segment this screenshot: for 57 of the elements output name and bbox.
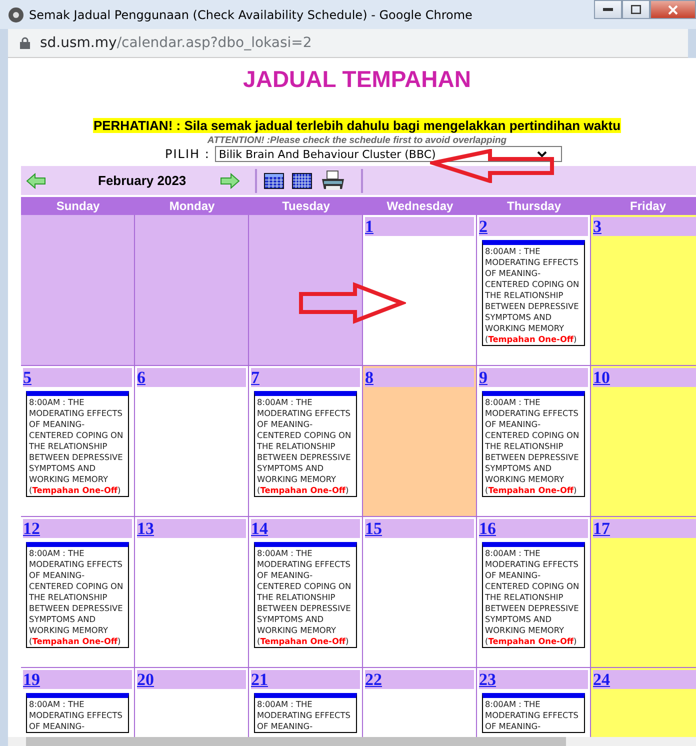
previous-arrow-icon[interactable] <box>26 172 46 188</box>
select-label: PILIH : <box>165 147 210 161</box>
weekday-header: Thursday <box>477 197 591 215</box>
day-number-link[interactable]: 10 <box>593 368 610 387</box>
day-number-link[interactable]: 6 <box>137 368 146 387</box>
day-number-link[interactable]: 24 <box>593 670 610 689</box>
day-number-link[interactable]: 13 <box>137 519 154 538</box>
weekday-header: Sunday <box>21 197 135 215</box>
next-arrow-icon[interactable] <box>220 172 240 188</box>
window-title: Semak Jadual Penggunaan (Check Availability Schedule) - Google Chrome <box>29 8 472 22</box>
day-number-link[interactable]: 20 <box>137 670 154 689</box>
printer-icon[interactable] <box>320 170 346 192</box>
close-icon <box>668 4 678 14</box>
calendar-grid-icon[interactable] <box>264 172 284 188</box>
booking-entry[interactable]: 8:00AM : THE MODERATING EFFECTS OF MEANING-CENTERED COPING ON THE RELATIONSHIP BETWEEN DEPRESSIVE SYMPTOMS AND WORKING MEMORY (Tempahan One-Off) <box>26 391 129 497</box>
weekday-header: Wednesday <box>363 197 477 215</box>
room-select[interactable]: Bilik Brain And Behaviour Cluster (BBC) <box>214 146 562 162</box>
day-number-link[interactable]: 17 <box>593 519 610 538</box>
chevron-icon <box>536 150 547 158</box>
day-number-link[interactable]: 19 <box>23 670 40 689</box>
booking-entry[interactable]: 8:00AM : THE MODERATING EFFECTS OF MEANING-CENTERED COPING ON THE RELATIONSHIP BETWEEN DEPRESSIVE SYMPTOMS AND WORKING MEMORY (Tempahan One-Off) <box>482 542 585 648</box>
day-number-link[interactable]: 9 <box>479 368 488 387</box>
booking-entry[interactable]: 8:00AM : THE MODERATING EFFECTS OF MEANING-CENTERED COPING ON THE RELATIONSHIP BETWEEN DEPRESSIVE SYMPTOMS AND WORKING MEMORY (Tempahan One-Off) <box>254 542 357 648</box>
weekday-header: Tuesday <box>249 197 363 215</box>
day-number-link[interactable]: 15 <box>365 519 382 538</box>
minimize-icon <box>603 8 613 12</box>
day-number-link[interactable]: 3 <box>593 217 602 236</box>
maximize-button[interactable] <box>622 0 650 19</box>
booking-entry[interactable]: 8:00AM : THE MODERATING EFFECTS OF MEANING-CENTERED COPING ON THE RELATIONSHIP BETWEEN DEPRESSIVE SYMPTOMS AND WORKING MEMORY (Tempahan One-Off) <box>482 391 585 497</box>
weekday-header: Monday <box>135 197 249 215</box>
scrollbar-thumb[interactable] <box>26 737 566 746</box>
notice-english-text: ATTENTION! :Please check the schedule first to avoid overlapping <box>206 135 508 146</box>
calendar-grid-icon[interactable] <box>292 172 312 188</box>
day-number-link[interactable]: 7 <box>251 368 260 387</box>
day-number-link[interactable]: 14 <box>251 519 268 538</box>
lock-icon <box>20 37 30 49</box>
notice-text: PERHATIAN! : Sila semak jadual terlebih dahulu bagi mengelakkan pertindihan waktu <box>93 118 621 133</box>
page-heading: JADUAL TEMPAHAN <box>242 66 472 93</box>
horizontal-scrollbar[interactable] <box>8 737 696 746</box>
day-number-link[interactable]: 5 <box>23 368 32 387</box>
day-number-link[interactable]: 2 <box>479 217 488 236</box>
booking-entry[interactable]: 8:00AM : THE MODERATING EFFECTS OF MEANING-CENTERED COPING ON THE RELATIONSHIP BETWEEN DEPRESSIVE SYMPTOMS AND WORKING MEMORY (Tempahan One-Off) <box>26 542 129 648</box>
weekday-header: Friday <box>591 197 696 215</box>
day-number-link[interactable]: 1 <box>365 217 374 236</box>
day-number-link[interactable]: 23 <box>479 670 496 689</box>
browser-logo-icon <box>8 6 24 22</box>
day-number-link[interactable]: 22 <box>365 670 382 689</box>
maximize-icon <box>631 5 641 14</box>
day-number-link[interactable]: 8 <box>365 368 374 387</box>
close-button[interactable] <box>650 0 696 19</box>
day-number-link[interactable]: 16 <box>479 519 496 538</box>
month-label: February 2023 <box>98 173 186 188</box>
day-number-link[interactable]: 21 <box>251 670 268 689</box>
booking-entry[interactable]: 8:00AM : THE MODERATING EFFECTS OF MEANING-CENTERED COPING ON THE RELATIONSHIP BETWEEN DEPRESSIVE SYMPTOMS AND WORKING MEMORY (Tempahan One-Off) <box>254 391 357 497</box>
booking-entry[interactable]: 8:00AM : THE MODERATING EFFECTS OF MEANING-CENTERED COPING ON THE RELATIONSHIP BETWEEN DEPRESSIVE SYMPTOMS AND WORKING MEMORY (Tempahan One-Off) <box>482 240 585 346</box>
minimize-button[interactable] <box>594 0 622 19</box>
day-number-link[interactable]: 12 <box>23 519 40 538</box>
